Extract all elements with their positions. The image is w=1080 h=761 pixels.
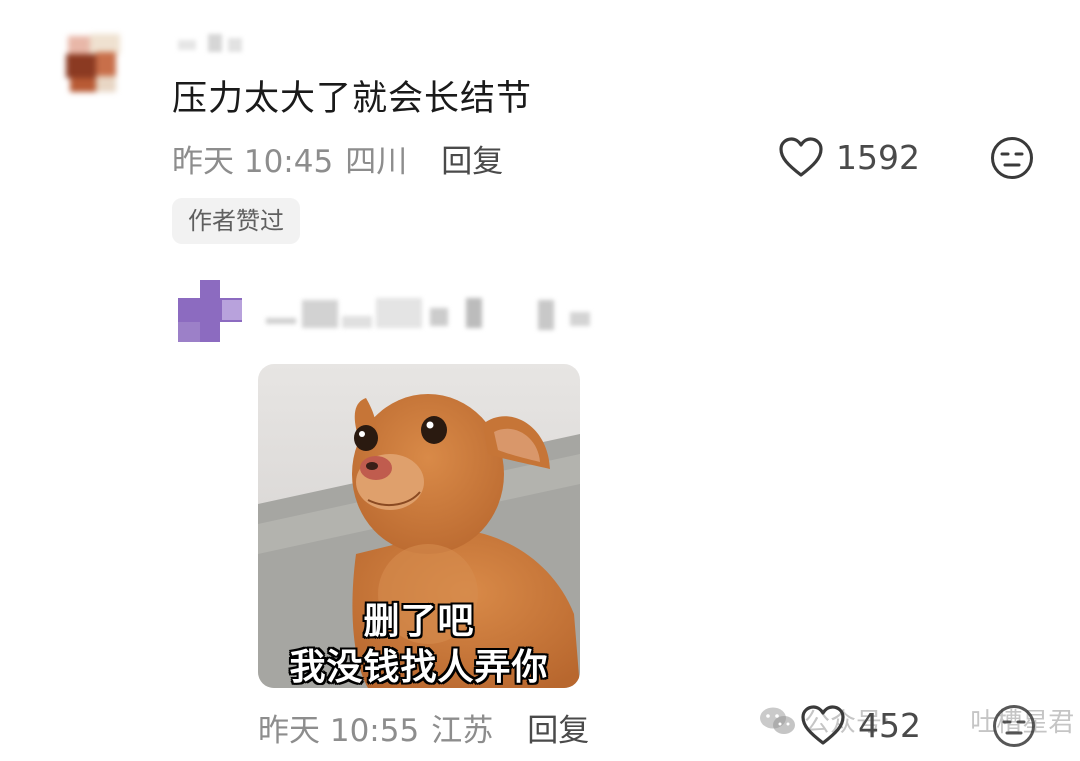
unamused-face-icon[interactable]: [990, 136, 1034, 180]
reply-button[interactable]: 回复: [527, 705, 589, 750]
author-liked-badge: 作者赞过: [172, 198, 300, 244]
heart-outline-icon: [779, 137, 823, 177]
comment-location: 江苏: [431, 713, 494, 749]
username-redacted[interactable]: [266, 296, 596, 336]
like-button[interactable]: 452: [800, 704, 921, 746]
like-count: 452: [858, 705, 921, 745]
meme-caption-line2: 我没钱找人弄你: [289, 647, 549, 688]
like-button[interactable]: 1592: [778, 136, 920, 178]
username-redacted[interactable]: [178, 34, 248, 54]
comment-time: 昨天 10:55: [258, 713, 420, 749]
unamused-face-icon[interactable]: [992, 704, 1036, 748]
comment-meta: 昨天 10:45 四川 回复: [172, 136, 503, 181]
comment-thread: 压力太大了就会长结节 昨天 10:45 四川 回复 1592 作者赞过 删了吧 …: [0, 0, 1080, 761]
comment-time: 昨天 10:45: [172, 144, 334, 180]
avatar[interactable]: [178, 280, 252, 342]
comment-meta: 昨天 10:55 江苏 回复: [258, 705, 589, 750]
heart-outline-icon: [801, 705, 845, 745]
reply-button[interactable]: 回复: [441, 136, 503, 181]
comment-text: 压力太大了就会长结节: [172, 79, 533, 119]
meme-image[interactable]: 删了吧 我没钱找人弄你: [258, 364, 580, 688]
wechat-logo-icon: [760, 707, 795, 734]
meme-caption-line1: 删了吧: [363, 601, 475, 642]
avatar[interactable]: [52, 26, 136, 104]
like-count: 1592: [836, 137, 920, 177]
comment-location: 四川: [345, 144, 408, 180]
